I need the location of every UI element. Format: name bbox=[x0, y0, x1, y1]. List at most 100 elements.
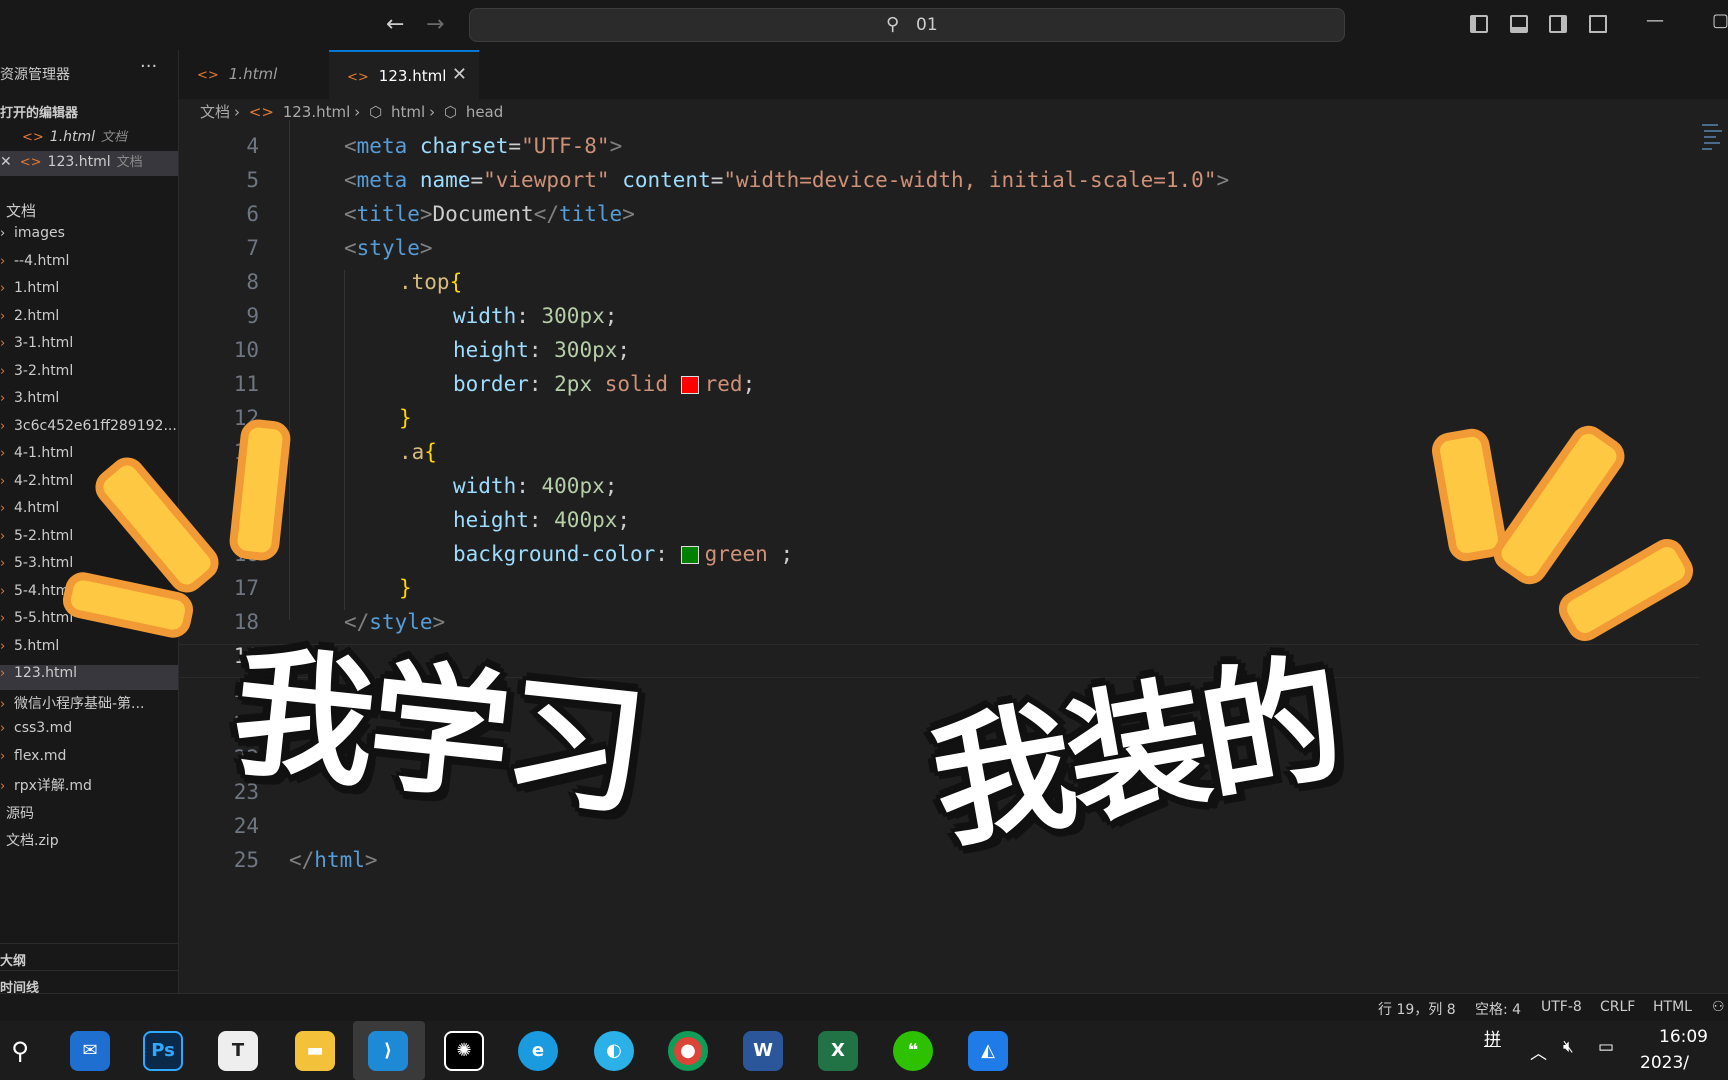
open-editors-section[interactable]: 打开的编辑器 bbox=[0, 102, 78, 121]
edge-dev-icon[interactable]: ◐ bbox=[594, 1031, 634, 1071]
html-file-icon: › bbox=[0, 556, 6, 571]
file-tree-item[interactable]: › flex.md bbox=[0, 748, 178, 773]
file-tree-item[interactable]: › 5.html bbox=[0, 638, 178, 663]
file-tree-item[interactable]: 文档.zip bbox=[0, 830, 178, 855]
html-file-icon: › bbox=[0, 281, 6, 296]
breadcrumb-head[interactable]: head bbox=[466, 103, 503, 121]
html-file-icon: <> bbox=[22, 130, 44, 145]
html-file-icon: › bbox=[0, 501, 6, 516]
word-icon[interactable]: W bbox=[743, 1031, 783, 1071]
typora-icon[interactable]: T bbox=[218, 1031, 258, 1071]
open-editor-item[interactable]: ✕ <> 123.html 文档 bbox=[0, 151, 178, 176]
explorer-title: 资源管理器 bbox=[0, 67, 70, 83]
minimap[interactable] bbox=[1700, 120, 1724, 180]
vscode-icon[interactable]: ⟩ bbox=[368, 1031, 408, 1071]
indentation[interactable]: 空格: 4 bbox=[1475, 999, 1521, 1019]
toggle-secondary-sidebar-icon[interactable] bbox=[1549, 15, 1567, 33]
edge-icon[interactable]: e bbox=[518, 1031, 558, 1071]
breadcrumb-folder[interactable]: 文档 bbox=[200, 103, 230, 121]
file-name: css3.md bbox=[14, 720, 73, 736]
network-icon[interactable]: ▭ bbox=[1598, 1037, 1614, 1057]
file-tree-item[interactable]: › 微信小程序基础-第... bbox=[0, 693, 178, 718]
file-tree-item[interactable]: › --4.html bbox=[0, 253, 178, 278]
maximize-icon[interactable]: ▢ bbox=[1712, 10, 1728, 31]
wechat-icon[interactable]: ❝ bbox=[893, 1031, 933, 1071]
timeline-section[interactable]: 时间线 bbox=[0, 970, 178, 993]
file-tree-item[interactable]: › 3.html bbox=[0, 390, 178, 415]
line-number: 9 bbox=[246, 304, 259, 328]
file-tree-item[interactable]: › images bbox=[0, 225, 178, 250]
html-file-icon: › bbox=[0, 748, 6, 764]
html-file-icon: › bbox=[0, 666, 6, 681]
more-actions-icon[interactable]: ··· bbox=[140, 56, 157, 77]
html-file-icon: › bbox=[0, 611, 6, 626]
chrome-icon[interactable]: ● bbox=[668, 1031, 708, 1071]
encoding[interactable]: UTF-8 bbox=[1541, 999, 1582, 1015]
indent-guide bbox=[344, 270, 345, 610]
file-name: 文档.zip bbox=[6, 833, 59, 849]
tab-1-html[interactable]: <> 1.html bbox=[179, 50, 329, 99]
html-file-icon: <> bbox=[248, 103, 274, 121]
indent-guide bbox=[289, 120, 290, 620]
file-name: 3c6c452e61ff289192... bbox=[14, 417, 177, 434]
photoshop-icon[interactable]: Ps bbox=[143, 1031, 183, 1071]
search-icon[interactable]: ⚲ bbox=[0, 1031, 40, 1071]
editor-tabs: <> 1.html <> 123.html ✕ bbox=[179, 50, 1728, 99]
chatgpt-icon[interactable]: ✺ bbox=[444, 1031, 484, 1071]
file-tree-item[interactable]: › 1.html bbox=[0, 280, 178, 305]
command-center-search[interactable]: ⚲ 01 bbox=[469, 8, 1345, 42]
file-tree-item[interactable]: › 3-1.html bbox=[0, 335, 178, 360]
status-bar: 行 19，列 8 空格: 4 UTF-8 CRLF HTML ⚇ bbox=[0, 993, 1728, 1022]
close-tab-icon[interactable]: ✕ bbox=[452, 64, 467, 85]
close-icon[interactable]: ✕ bbox=[0, 154, 12, 170]
cursor-position[interactable]: 行 19，列 8 bbox=[1378, 999, 1456, 1019]
file-name: 3-1.html bbox=[14, 335, 74, 351]
open-editor-item[interactable]: <> 1.html 文档 bbox=[0, 126, 178, 151]
minimize-icon[interactable]: — bbox=[1646, 10, 1664, 31]
customize-layout-icon[interactable] bbox=[1589, 15, 1607, 33]
file-tree-item[interactable]: › 3c6c452e61ff289192... bbox=[0, 418, 178, 443]
volume-muted-icon[interactable]: 🔇︎ bbox=[1563, 1037, 1574, 1057]
file-tree-item[interactable]: 源码 bbox=[0, 803, 178, 828]
breadcrumb-file[interactable]: 123.html bbox=[283, 103, 351, 121]
file-tree-item[interactable]: › 4-1.html bbox=[0, 445, 178, 470]
mail-icon[interactable]: ✉ bbox=[70, 1031, 110, 1071]
file-tree-item[interactable]: › css3.md bbox=[0, 720, 178, 745]
color-swatch-green[interactable] bbox=[680, 546, 699, 564]
file-name: 4-2.html bbox=[14, 472, 74, 489]
lark-icon[interactable]: ◭ bbox=[968, 1031, 1008, 1071]
file-name: 5-3.html bbox=[14, 555, 74, 571]
file-tree-item[interactable]: › 123.html bbox=[0, 665, 178, 690]
outline-section[interactable]: 大纲 bbox=[0, 943, 178, 969]
file-tree-item[interactable]: › rpx详解.md bbox=[0, 775, 178, 800]
language-mode[interactable]: HTML bbox=[1653, 999, 1692, 1015]
file-name: 4.html bbox=[14, 500, 60, 516]
html-file-icon: <> bbox=[19, 155, 42, 170]
html-file-icon: › bbox=[0, 253, 6, 269]
file-name: 微信小程序基础-第... bbox=[14, 695, 145, 712]
clock-date[interactable]: 2023/ bbox=[1640, 1053, 1689, 1073]
file-tree-item[interactable]: › 2.html bbox=[0, 308, 178, 333]
file-tree-item[interactable]: › 3-2.html bbox=[0, 363, 178, 388]
forward-arrow-icon[interactable]: → bbox=[426, 12, 444, 37]
back-arrow-icon[interactable]: ← bbox=[386, 12, 404, 37]
line-ending[interactable]: CRLF bbox=[1600, 999, 1635, 1015]
line-number: 7 bbox=[246, 236, 259, 260]
line-number: 8 bbox=[246, 270, 259, 294]
html-file-icon: › bbox=[0, 638, 6, 654]
ime-indicator[interactable]: 拼 bbox=[1484, 1025, 1501, 1050]
breadcrumb-html[interactable]: html bbox=[391, 103, 425, 121]
toggle-sidebar-icon[interactable] bbox=[1470, 15, 1488, 33]
tab-123-html[interactable]: <> 123.html ✕ bbox=[329, 50, 479, 99]
color-swatch-red[interactable] bbox=[680, 376, 699, 394]
file-name: 5-5.html bbox=[14, 610, 74, 626]
folder-root[interactable]: 文档 bbox=[0, 200, 178, 225]
chevron-up-icon[interactable]: ︿ bbox=[1530, 1039, 1547, 1064]
clock-time[interactable]: 16:09 bbox=[1659, 1027, 1708, 1047]
line-number: 6 bbox=[246, 202, 259, 226]
toggle-panel-icon[interactable] bbox=[1510, 15, 1528, 33]
notifications-icon[interactable]: ⚇ bbox=[1712, 999, 1725, 1015]
file-explorer-icon[interactable]: ▬ bbox=[295, 1031, 335, 1071]
excel-icon[interactable]: X bbox=[818, 1031, 858, 1071]
cube-icon: ⬡ bbox=[369, 103, 383, 121]
